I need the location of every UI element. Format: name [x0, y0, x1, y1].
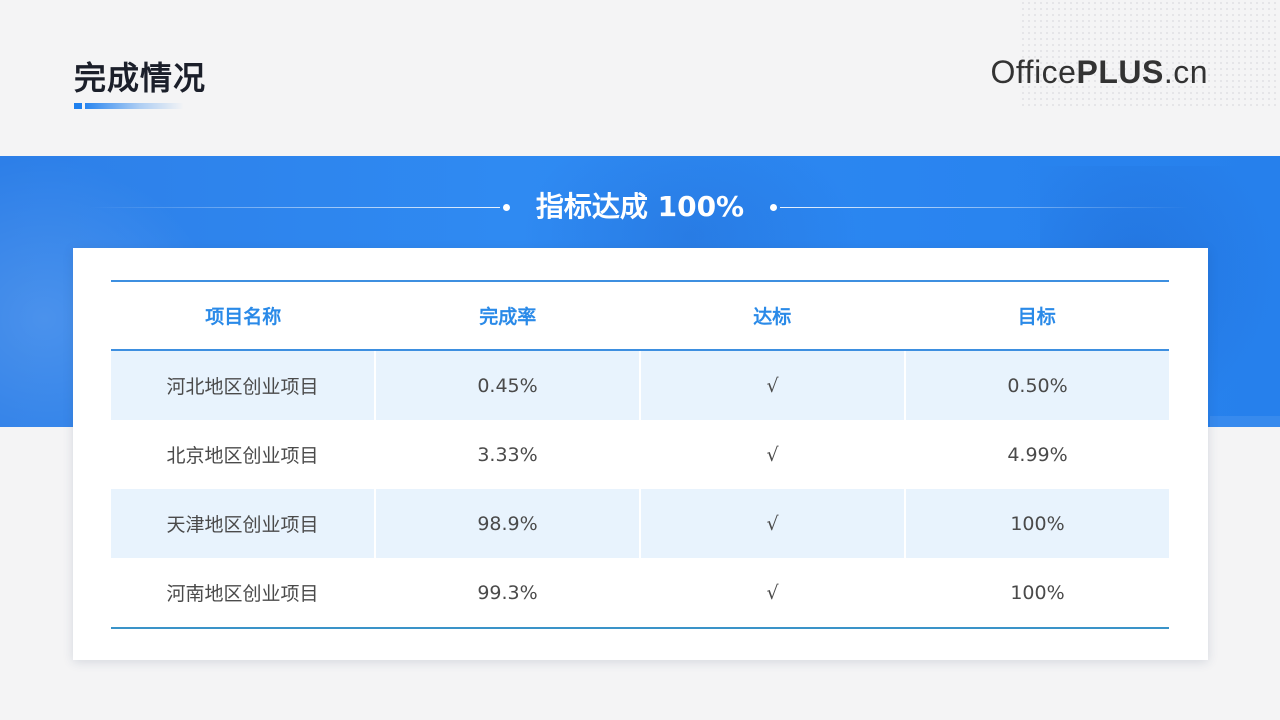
page-title: 完成情况 [74, 59, 207, 97]
cell-target: 100% [1010, 581, 1065, 604]
cell-project-name: 河北地区创业项目 [111, 351, 376, 420]
cell-met-check: √ [641, 558, 906, 627]
cell-met-check: √ [641, 489, 906, 558]
headline-line-right [780, 207, 1190, 208]
cell-met-check: √ [641, 351, 906, 420]
table-row: 河南地区创业项目 99.3% √ 100% [111, 558, 1169, 627]
title-underline [74, 103, 184, 109]
column-header-name: 项目名称 [205, 306, 282, 328]
cell-project-name: 天津地区创业项目 [111, 489, 376, 558]
table-row: 河北地区创业项目 0.45% √ 0.50% [111, 351, 1169, 420]
underline-square [74, 103, 82, 109]
column-header-rate: 完成率 [479, 306, 537, 328]
cell-target: 0.50% [906, 351, 1169, 420]
table-row: 天津地区创业项目 98.9% √ 100% [111, 489, 1169, 558]
column-header-target: 目标 [1017, 306, 1056, 328]
headline-row: 指标达成 100% [0, 176, 1280, 238]
cell-completion-rate: 0.45% [376, 351, 641, 420]
cell-completion-rate: 99.3% [376, 558, 641, 627]
officeplus-logo: OfficePLUS.cn [990, 52, 1208, 92]
logo-text-bold: PLUS [1076, 54, 1164, 90]
headline-dot-left [503, 204, 510, 211]
headline-dot-right [770, 204, 777, 211]
logo-text-regular: Office [990, 54, 1077, 90]
cell-met-check: √ [641, 420, 906, 489]
banner-headline: 指标达成 100% [535, 190, 745, 223]
cell-project-name: 北京地区创业项目 [111, 420, 376, 489]
table-card: 项目名称 完成率 达标 目标 河北地区创业项目 0.45% √ 0.50% 北京… [73, 248, 1208, 660]
logo-text-suffix: .cn [1163, 54, 1208, 90]
table-row: 北京地区创业项目 3.33% √ 4.99% [111, 420, 1169, 489]
cell-project-name: 河南地区创业项目 [111, 558, 376, 627]
table-header: 项目名称 完成率 达标 目标 [111, 282, 1169, 351]
completion-table: 项目名称 完成率 达标 目标 河北地区创业项目 0.45% √ 0.50% 北京… [111, 280, 1169, 629]
cell-completion-rate: 3.33% [376, 420, 641, 489]
banner-photo-overlay [1210, 416, 1280, 427]
cell-target: 4.99% [1007, 443, 1068, 466]
cell-target: 100% [906, 489, 1169, 558]
cell-completion-rate: 98.9% [376, 489, 641, 558]
headline-line-left [90, 207, 500, 208]
underline-bar [85, 103, 184, 109]
column-header-met: 达标 [753, 306, 792, 328]
